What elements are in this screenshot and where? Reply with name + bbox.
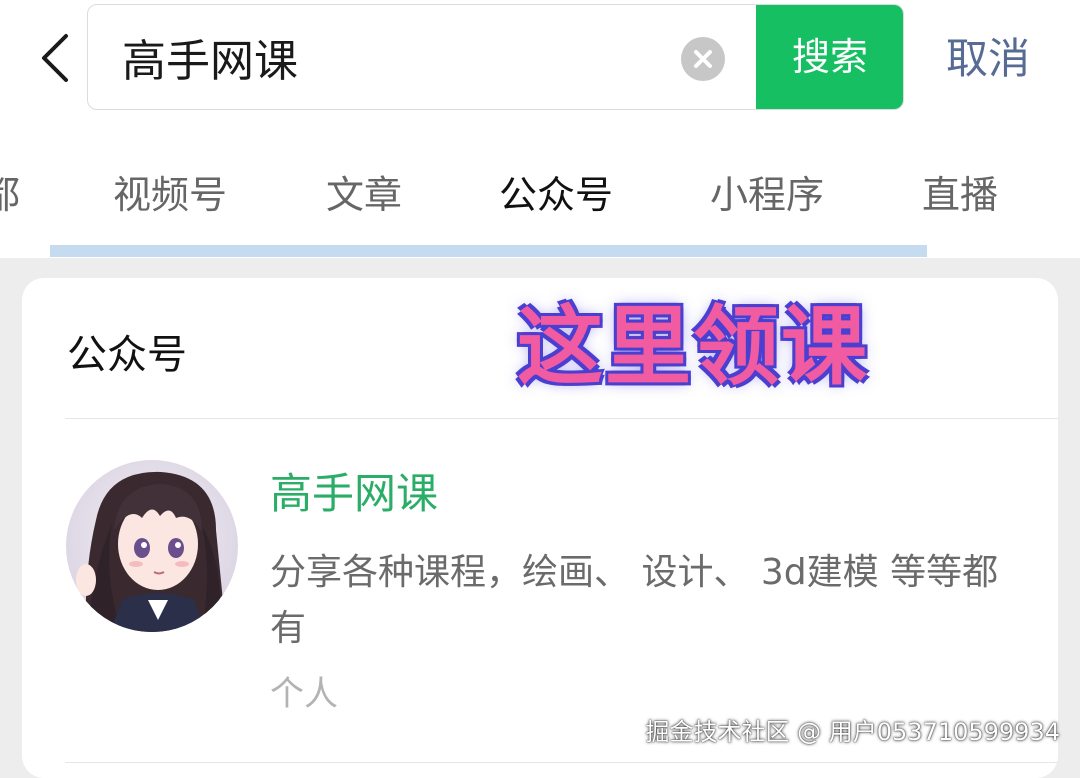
tab-articles[interactable]: 文章 xyxy=(326,160,402,230)
results-card: 公众号 这里领课 高手网课 分享各种课程，绘画、 设计、 3d建模 等等都有 个… xyxy=(22,278,1058,778)
back-arrow-icon[interactable] xyxy=(34,32,78,84)
account-type-label: 个人 xyxy=(270,674,338,714)
search-input[interactable] xyxy=(122,5,682,109)
clear-search-icon[interactable] xyxy=(681,37,725,81)
anime-girl-avatar-icon xyxy=(66,460,238,632)
tab-channels[interactable]: 视频号 xyxy=(113,160,227,230)
tab-live[interactable]: 直播 xyxy=(922,160,998,230)
account-name: 高手网课 xyxy=(270,469,439,518)
tab-mini-programs[interactable]: 小程序 xyxy=(710,160,824,230)
promo-overlay-text: 这里领课 xyxy=(517,297,869,397)
search-box: 搜索 xyxy=(87,4,904,110)
divider xyxy=(65,762,1058,763)
watermark: 掘金技术社区 @ 用户053710599934 xyxy=(645,718,1061,746)
search-button[interactable]: 搜索 xyxy=(756,5,903,109)
account-result-item[interactable]: 高手网课 分享各种课程，绘画、 设计、 3d建模 等等都有 个人 xyxy=(22,419,1058,761)
tab-underline xyxy=(50,245,927,257)
search-header: 搜索 取消 都 视频号 文章 公众号 小程序 直播 xyxy=(0,0,1080,258)
cancel-button[interactable]: 取消 xyxy=(946,32,1030,86)
section-title: 公众号 xyxy=(67,332,187,378)
category-tabs: 都 视频号 文章 公众号 小程序 直播 xyxy=(0,160,1080,230)
tab-all[interactable]: 都 xyxy=(0,160,20,230)
account-description: 分享各种课程，绘画、 设计、 3d建模 等等都有 xyxy=(270,552,999,649)
tab-official-accounts[interactable]: 公众号 xyxy=(499,160,613,230)
